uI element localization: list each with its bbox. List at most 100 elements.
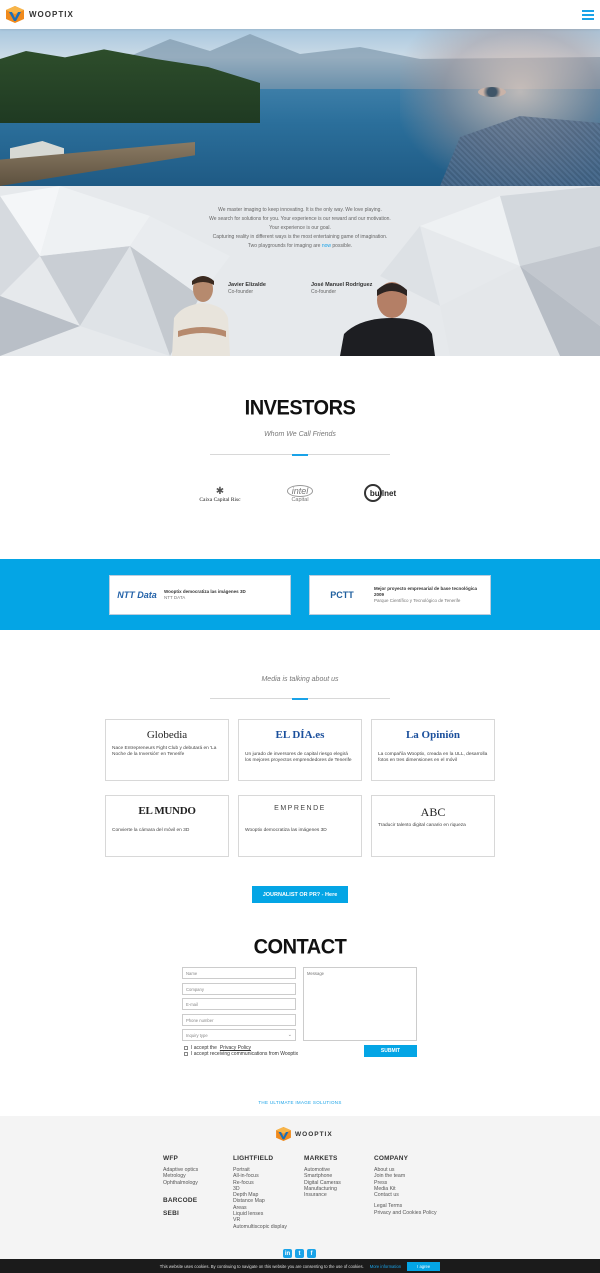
caixa-star-icon: ✱ — [215, 485, 225, 497]
company-input[interactable] — [182, 983, 296, 995]
media-card-text: Traducir talento digital canario en riqu… — [378, 823, 466, 828]
twitter-icon[interactable]: t — [295, 1249, 304, 1258]
team-section: We master imaging to keep innovating. It… — [0, 186, 600, 356]
footer-heading-barcode[interactable]: BARCODE — [163, 1197, 198, 1204]
footer-column-lightfield: LIGHTFIELD Portrait All-in-focus Re-focu… — [233, 1155, 287, 1230]
comms-checkbox-row[interactable]: I accept receiving communications from W… — [184, 1051, 298, 1057]
chevron-down-icon: ⌄ — [287, 1032, 292, 1038]
footer-heading: MARKETS — [304, 1155, 338, 1162]
footer-link[interactable]: Automultiscopic display — [233, 1224, 287, 1230]
media-card-abc[interactable]: ABC Traducir talento digital canario en … — [371, 795, 495, 857]
person-1-photo — [172, 276, 230, 356]
comms-label: I accept receiving communications from W… — [191, 1051, 299, 1057]
top-bar: WOOPTIX — [0, 0, 600, 29]
privacy-cookies-link[interactable]: Privacy and Cookies Policy — [374, 1210, 437, 1216]
investors-title: INVESTORS — [244, 396, 356, 420]
bullnet-logo-text: bullnet — [369, 488, 397, 498]
laopinion-logo: La Opinión — [405, 729, 461, 741]
wooptix-logo-icon — [6, 6, 24, 23]
person-2-photo — [340, 282, 435, 356]
social-links: in t f — [283, 1249, 316, 1258]
inquiry-select-value: Inquiry type — [186, 1032, 208, 1038]
phone-input[interactable] — [182, 1014, 296, 1026]
globedia-logo: Globedia — [146, 729, 188, 741]
elmundo-logo: EL MUNDO — [138, 805, 196, 817]
media-card-text: Nace Entrepreneurs Fight Club y debutará… — [112, 746, 217, 757]
cookie-banner: This website uses cookies. By continuing… — [0, 1259, 600, 1273]
cookie-more-info-link[interactable]: More information — [370, 1264, 401, 1269]
cookie-agree-button[interactable]: I agree — [407, 1261, 441, 1271]
footer-link[interactable]: Ophthalmology — [163, 1180, 198, 1186]
emprende-logo: EMPRENDE — [274, 805, 326, 812]
footer-column-wfp: WFP Adaptive optics Metrology Ophthalmol… — [163, 1155, 198, 1217]
name-input[interactable] — [182, 967, 296, 979]
award-pctt-text: Mejor proyecto empresarial de base tecno… — [374, 586, 486, 604]
media-divider — [210, 697, 390, 700]
brand-name: WOOPTIX — [29, 10, 74, 19]
pctt-logo: PCTT — [330, 590, 354, 600]
intel-logo-text: intel — [286, 485, 314, 497]
mission-line-5: Two playgrounds for imaging are now poss… — [150, 242, 450, 251]
linkedin-icon[interactable]: in — [283, 1249, 292, 1258]
investor-caixa-logo[interactable]: ✱ Caixa Capital Risc — [194, 480, 246, 508]
eldia-logo: EL DÍA.es — [275, 729, 325, 741]
footer-link[interactable]: Digital Cameras — [304, 1180, 341, 1186]
abc-logo: ABC — [420, 805, 446, 819]
mission-line-1: We master imaging to keep innovating. It… — [218, 207, 382, 213]
footer-column-markets: MARKETS Automotive Smartphone Digital Ca… — [304, 1155, 341, 1198]
footer-logo[interactable]: WOOPTIX — [276, 1127, 333, 1141]
media-card-globedia[interactable]: Globedia Nace Entrepreneurs Fight Club y… — [105, 719, 229, 781]
facebook-icon[interactable]: f — [307, 1249, 316, 1258]
journalist-button[interactable]: JOURNALIST OR PR? - Here — [252, 886, 348, 903]
cookie-text: This website uses cookies. By continuing… — [159, 1263, 364, 1269]
media-card-emprende[interactable]: EMPRENDE Wooptix democratiza las imágene… — [238, 795, 362, 857]
media-card-text: La compañía Wooptix, creada en la ULL, d… — [378, 752, 488, 763]
person-2-role: Co-founder — [311, 289, 337, 295]
intel-capital-text: Capital — [291, 497, 309, 503]
mission-paragraph: We master imaging to keep innovating. It… — [150, 206, 450, 251]
mission-line-4: Capturing reality in different ways is t… — [212, 234, 388, 240]
media-card-eldia[interactable]: EL DÍA.es Un jurado de inversores de cap… — [238, 719, 362, 781]
brand-logo[interactable]: WOOPTIX — [6, 6, 74, 23]
mission-now-link[interactable]: now — [322, 243, 331, 249]
investor-bullnet-logo[interactable]: bullnet — [354, 482, 406, 504]
media-card-text: Convierte la cámara del móvil en 3D — [112, 828, 190, 833]
mission-line-5-post: possible. — [332, 243, 353, 249]
investors-subtitle: Whom We Call Friends — [264, 431, 336, 438]
investors-divider — [210, 453, 390, 456]
media-card-text: Un jurado de inversores de capital riesg… — [245, 752, 352, 763]
awards-band — [0, 559, 600, 630]
media-card-text: Wooptix democratiza las imágenes 3D — [245, 828, 327, 833]
media-card-laopinion[interactable]: La Opinión La compañía Wooptix, creada e… — [371, 719, 495, 781]
award-card-pctt[interactable]: PCTT Mejor proyecto empresarial de base … — [309, 575, 491, 615]
privacy-checkbox[interactable] — [184, 1046, 188, 1050]
inquiry-select[interactable]: Inquiry type ⌄ — [182, 1029, 296, 1041]
award-ntt-source: NTT DATA — [164, 595, 186, 600]
submit-button[interactable]: SUBMIT — [364, 1045, 417, 1057]
footer-column-company: COMPANY About us Join the team Press Med… — [374, 1155, 437, 1216]
award-pctt-title: Mejor proyecto empresarial de base tecno… — [374, 586, 478, 597]
footer-heading: COMPANY — [374, 1155, 409, 1162]
award-pctt-source: Parque Científico y Tecnológico de Tener… — [374, 598, 461, 603]
wooptix-logo-icon — [276, 1127, 291, 1141]
footer-heading-sebi[interactable]: SEBI — [163, 1210, 198, 1217]
email-input[interactable] — [182, 998, 296, 1010]
mission-line-5-pre: Two playgrounds for imaging are — [247, 243, 321, 249]
caixa-logo-text: Caixa Capital Risc — [199, 496, 241, 503]
menu-icon[interactable] — [582, 9, 594, 20]
page: WOOPTIX We master imaging to keep innova… — [0, 0, 600, 1273]
investor-intel-logo[interactable]: intel Capital — [282, 480, 318, 508]
footer-heading: LIGHTFIELD — [233, 1155, 274, 1162]
mission-line-3: Your experience is our goal. — [269, 225, 331, 231]
message-textarea[interactable] — [303, 967, 417, 1041]
media-subtitle: Media is talking about us — [261, 676, 339, 683]
ntt-logo: NTT Data — [117, 590, 157, 600]
media-card-elmundo[interactable]: EL MUNDO Convierte la cámara del móvil e… — [105, 795, 229, 857]
contact-title: CONTACT — [253, 935, 347, 959]
comms-checkbox[interactable] — [184, 1052, 188, 1056]
mission-line-2: We search for solutions for you. Your ex… — [209, 216, 391, 222]
footer-brand-name: WOOPTIX — [295, 1130, 333, 1138]
award-card-ntt[interactable]: NTT Data Wooptix democratiza las imágene… — [109, 575, 291, 615]
footer-link[interactable]: Insurance — [304, 1192, 341, 1198]
tagline: THE ULTIMATE IMAGE SOLUTIONS — [258, 1100, 342, 1105]
